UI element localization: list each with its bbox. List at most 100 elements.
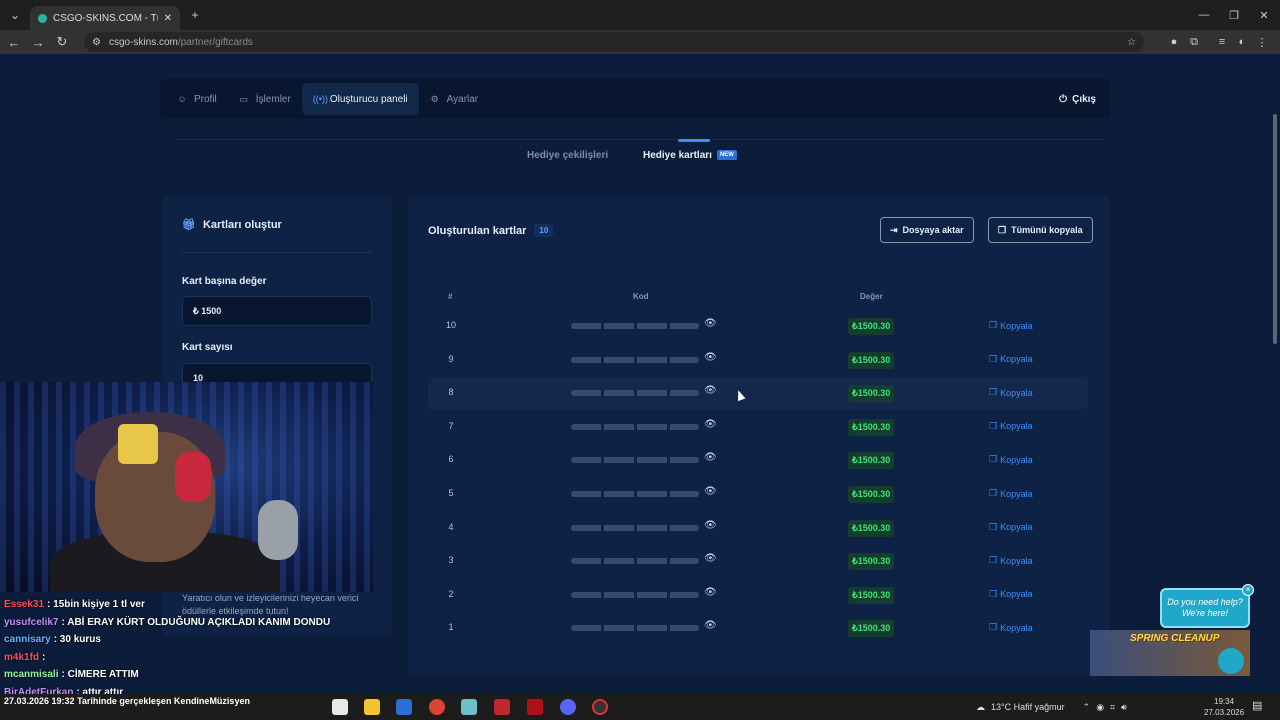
- browser-tab[interactable]: CSGO-SKINS.COM - Türkiye'nin ✕: [30, 6, 180, 30]
- steam-icon[interactable]: ◉: [1096, 702, 1104, 713]
- export-file-button[interactable]: ⇥ Dosyaya aktar: [880, 217, 974, 243]
- copy-label: Kopyala: [1000, 354, 1033, 365]
- col-header-value: Değer: [860, 292, 883, 301]
- close-window-icon[interactable]: ✕: [1248, 0, 1280, 30]
- copy-button[interactable]: ❐ Kopyala: [989, 555, 1033, 566]
- chrome-icon[interactable]: [429, 699, 445, 715]
- table-row: 2 👁︎ ₺1500.30 ❐ Kopyala: [428, 579, 1088, 611]
- copy-button[interactable]: ❐ Kopyala: [989, 488, 1033, 499]
- eye-icon[interactable]: 👁︎: [704, 352, 717, 363]
- chat-text: : ABİ ERAY KÜRT OLDUĞUNU AÇIKLADI KANIM …: [61, 616, 331, 628]
- eye-icon[interactable]: 👁︎: [704, 620, 717, 631]
- row-number: 1: [448, 622, 454, 633]
- address-bar[interactable]: ⚙ csgo-skins.com/partner/giftcards ☆: [84, 32, 1144, 52]
- reload-icon[interactable]: ↻: [50, 30, 74, 54]
- browser-menu-icon[interactable]: ⋮: [1252, 32, 1272, 52]
- weather-icon: ☁: [976, 701, 985, 712]
- tab-label: Hediye kartları: [643, 150, 712, 161]
- notifications-icon[interactable]: ▤: [1252, 699, 1262, 712]
- tab-gift-raffles[interactable]: Hediye çekilişleri: [527, 150, 608, 161]
- scrollbar-thumb[interactable]: [1273, 114, 1277, 344]
- discord-icon[interactable]: [560, 699, 576, 715]
- masked-code: [571, 591, 699, 598]
- profile-icon[interactable]: ◐: [1232, 32, 1252, 52]
- copy-button[interactable]: ❐ Kopyala: [989, 622, 1033, 633]
- copy-button[interactable]: ❐ Kopyala: [989, 387, 1033, 398]
- copy-button[interactable]: ❐ Kopyala: [989, 522, 1033, 533]
- panel-header: 🎁︎ Kartları oluştur: [182, 218, 282, 232]
- taskbar-app-icon[interactable]: [461, 699, 477, 715]
- taskbar-app-icon[interactable]: [527, 699, 543, 715]
- logout-button[interactable]: ⏻ Çıkış: [1059, 94, 1104, 105]
- copy-button[interactable]: ❐ Kopyala: [989, 454, 1033, 465]
- copy-button[interactable]: ❐ Kopyala: [989, 354, 1033, 365]
- bookmark-star-icon[interactable]: ☆: [1127, 37, 1136, 48]
- forward-icon[interactable]: →: [26, 30, 50, 54]
- button-label: Tümünü kopyala: [1011, 225, 1083, 235]
- voice-meeter-icon[interactable]: [494, 699, 510, 715]
- mail-icon[interactable]: [396, 699, 412, 715]
- extensions-puzzle-icon[interactable]: ⧉: [1184, 32, 1204, 52]
- chat-launcher-icon[interactable]: [1218, 648, 1244, 674]
- eye-icon[interactable]: 👁︎: [704, 553, 717, 564]
- eye-icon[interactable]: 👁︎: [704, 385, 717, 396]
- promo-banner[interactable]: SPRING CLEANUP: [1090, 630, 1250, 676]
- divider: [182, 252, 372, 253]
- tab-list-icon[interactable]: ⌄: [0, 0, 30, 30]
- value-input[interactable]: ₺ 1500: [182, 296, 372, 326]
- site-info-icon[interactable]: ⚙: [92, 37, 101, 48]
- minimize-icon[interactable]: —: [1188, 0, 1220, 30]
- eye-icon[interactable]: 👁︎: [704, 419, 717, 430]
- col-header-num: #: [448, 292, 453, 301]
- masked-code: [571, 390, 699, 397]
- active-tab-indicator: [678, 139, 710, 142]
- network-icon[interactable]: ⌗: [1110, 702, 1115, 713]
- page-scrollbar[interactable]: [1270, 54, 1280, 694]
- weather-text[interactable]: 13°C Hafif yağmur: [991, 702, 1065, 712]
- copy-all-button[interactable]: ❐ Tümünü kopyala: [988, 217, 1093, 243]
- extension-icon[interactable]: ●: [1164, 32, 1184, 52]
- restore-icon[interactable]: ❐: [1218, 0, 1250, 30]
- copy-button[interactable]: ❐ Kopyala: [989, 421, 1033, 432]
- media-icon[interactable]: ≡: [1212, 32, 1232, 52]
- new-tab-icon[interactable]: +: [180, 0, 210, 30]
- table-row: 8 👁︎ ₺1500.30 ❐ Kopyala: [428, 377, 1088, 410]
- tab-close-icon[interactable]: ✕: [164, 13, 172, 24]
- masked-code: [571, 323, 699, 329]
- row-number: 6: [448, 454, 454, 465]
- nav-ayarlar[interactable]: ⚙ Ayarlar: [419, 83, 490, 115]
- eye-icon[interactable]: 👁︎: [704, 587, 717, 598]
- tab-gift-cards[interactable]: Hediye kartları NEW: [643, 150, 737, 161]
- copy-label: Kopyala: [1000, 589, 1033, 600]
- copy-button[interactable]: ❐ Kopyala: [989, 589, 1033, 600]
- eye-icon[interactable]: 👁︎: [704, 318, 717, 329]
- new-badge: NEW: [716, 150, 737, 161]
- masked-code: [571, 423, 699, 430]
- url-path: /partner/giftcards: [177, 36, 253, 48]
- copy-icon: ❐: [989, 420, 998, 431]
- row-number: 3: [448, 555, 454, 566]
- card-value-badge: ₺1500.30: [848, 318, 895, 335]
- back-icon[interactable]: ←: [2, 30, 26, 54]
- chat-text: :: [42, 651, 46, 663]
- copy-button[interactable]: ❐ Kopyala: [989, 320, 1033, 331]
- eye-icon[interactable]: 👁︎: [704, 486, 717, 497]
- obs-icon[interactable]: [592, 699, 608, 715]
- file-explorer-icon[interactable]: [364, 699, 380, 715]
- close-icon[interactable]: ×: [1242, 584, 1254, 596]
- clock-time: 19:34: [1214, 697, 1235, 706]
- system-clock[interactable]: 19:34 27.03.2026: [1204, 696, 1244, 718]
- taskbar-app-icon[interactable]: [332, 699, 348, 715]
- tray-chevron-icon[interactable]: ⌃: [1083, 702, 1091, 713]
- eye-icon[interactable]: 👁︎: [704, 452, 717, 463]
- card-value-badge: ₺1500.30: [848, 519, 895, 537]
- nav-creator-panel[interactable]: ((•)) Oluşturucu paneli: [301, 83, 419, 115]
- divider: [175, 139, 1105, 140]
- copy-label: Kopyala: [1000, 555, 1033, 566]
- help-chat-bubble[interactable]: × Do you need help? We're here!: [1160, 584, 1254, 628]
- eye-icon[interactable]: 👁︎: [704, 520, 717, 531]
- nav-islemler[interactable]: ▭ İşlemler: [228, 83, 302, 115]
- nav-profil[interactable]: ☺ Profil: [166, 83, 228, 115]
- clock-date: 27.03.2026: [1204, 708, 1245, 717]
- volume-icon[interactable]: 🔊︎: [1121, 702, 1127, 713]
